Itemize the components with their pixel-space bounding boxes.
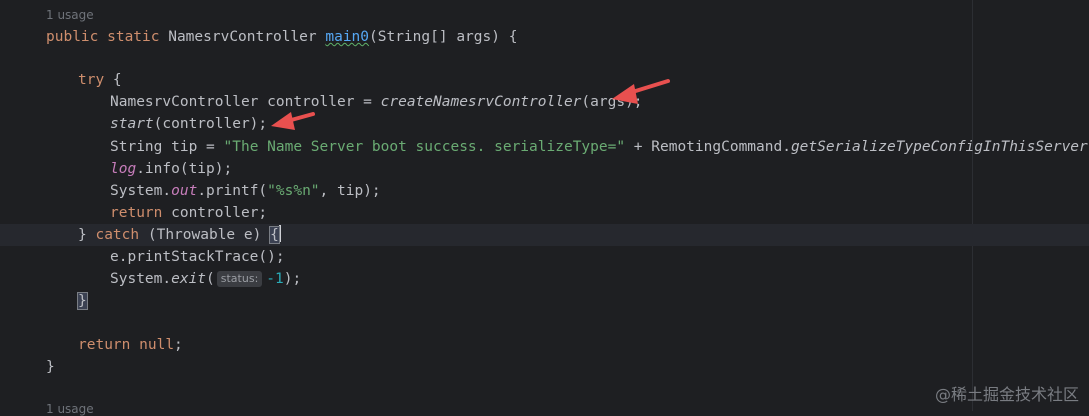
arrow-annotation-start [271,112,315,130]
arrow-annotation-create [612,79,670,104]
annotation-arrows [271,79,670,130]
watermark: @稀土掘金技术社区 [934,385,1079,404]
